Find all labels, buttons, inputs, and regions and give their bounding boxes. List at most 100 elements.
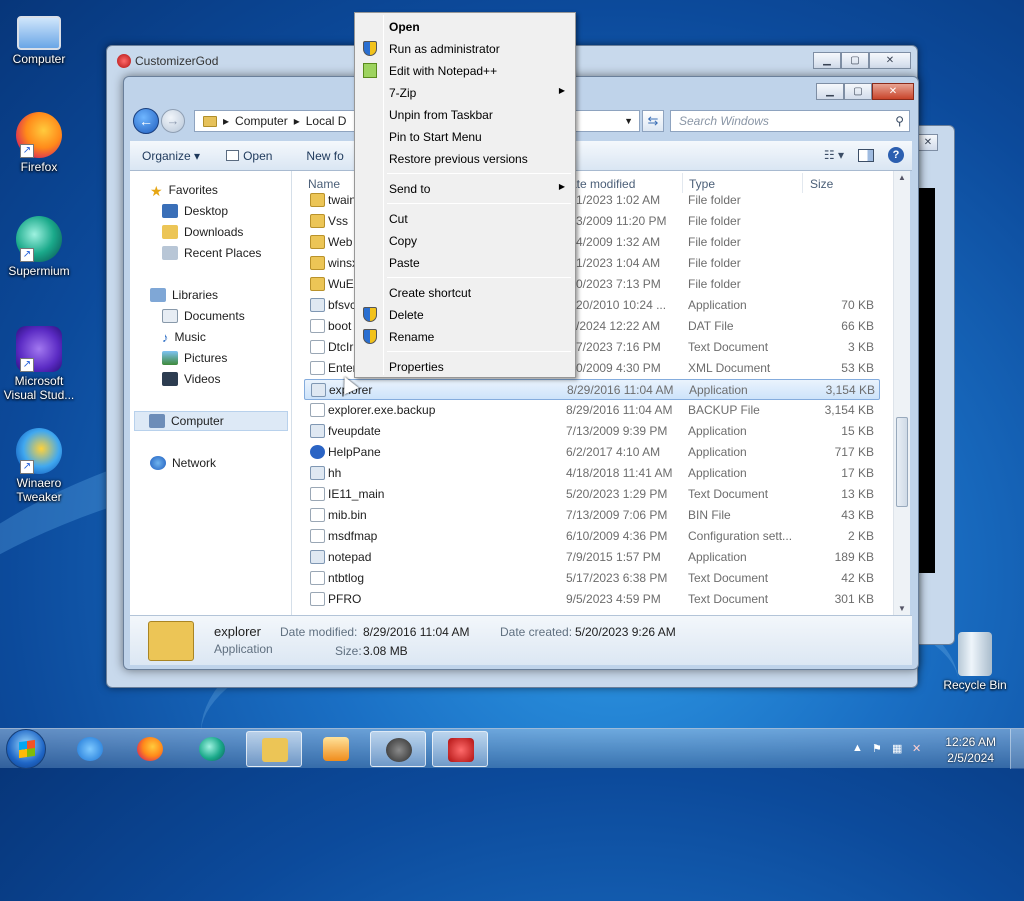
menu-rename[interactable]: Rename <box>357 327 573 347</box>
uac-shield-icon <box>363 329 377 344</box>
menu-create-shortcut[interactable]: Create shortcut <box>357 283 573 303</box>
chevron-up-icon[interactable]: ▲ <box>852 742 866 755</box>
chevron-down-icon[interactable]: ▼ <box>624 116 633 126</box>
view-options-icon[interactable]: ☷ ▾ <box>824 148 844 162</box>
column-name[interactable]: Name <box>308 177 340 191</box>
menu-label: Cut <box>389 212 408 226</box>
nav-downloads[interactable]: Downloads <box>162 222 243 242</box>
taskbar-supermium[interactable] <box>184 731 240 767</box>
table-row[interactable]: ntbtlog 5/17/2023 6:38 PM Text Document 42 … <box>304 568 880 589</box>
scroll-down-icon[interactable]: ▼ <box>896 604 908 613</box>
taskbar-media-player[interactable] <box>308 731 364 767</box>
table-row[interactable]: fveupdate 7/13/2009 9:39 PM Application 15 … <box>304 421 880 442</box>
menu-open[interactable]: Open <box>357 17 573 37</box>
table-row[interactable]: mib.bin 7/13/2009 7:06 PM BIN File 43 KB <box>304 505 880 526</box>
volume-muted-icon[interactable]: ✕ <box>912 742 926 755</box>
table-row[interactable]: HelpPane 6/2/2017 4:10 AM Application 717 K… <box>304 442 880 463</box>
close-icon[interactable]: ✕ <box>918 134 938 151</box>
computer-icon <box>149 414 165 428</box>
nav-libraries[interactable]: Libraries <box>150 285 218 305</box>
cell-size: 66 KB <box>841 319 874 333</box>
column-type[interactable]: Type <box>689 177 715 191</box>
minimize-button[interactable]: ▁ <box>813 52 841 69</box>
nav-computer[interactable]: Computer <box>134 411 288 431</box>
scroll-up-icon[interactable]: ▲ <box>896 173 908 182</box>
nav-music[interactable]: ♪ Music <box>162 327 206 347</box>
taskbar-firefox[interactable] <box>122 731 178 767</box>
organize-button[interactable]: Organize ▾ <box>130 149 210 163</box>
back-button[interactable]: ← <box>133 108 159 134</box>
table-row[interactable]: explorer.exe.backup 8/29/2016 11:04 AM BAC… <box>304 400 880 421</box>
column-size[interactable]: Size <box>810 177 833 191</box>
help-icon[interactable]: ? <box>888 147 904 163</box>
maximize-button[interactable]: ▢ <box>844 83 872 100</box>
desktop-icon-computer[interactable]: Computer <box>0 10 78 66</box>
menu-paste[interactable]: Paste <box>357 253 573 273</box>
desktop-icon-winaero[interactable]: ↗ Winaero Tweaker <box>0 428 78 504</box>
vertical-scrollbar[interactable]: ▲ ▼ <box>893 171 910 615</box>
background-window-partial[interactable]: ✕ <box>915 125 955 645</box>
table-row[interactable]: IE11_main 5/20/2023 1:29 PM Text Document 1… <box>304 484 880 505</box>
scroll-thumb[interactable] <box>896 417 908 507</box>
table-row[interactable]: msdfmap 6/10/2009 4:36 PM Configuration se… <box>304 526 880 547</box>
nav-documents[interactable]: Documents <box>162 306 245 326</box>
minimize-button[interactable]: ▁ <box>816 83 844 100</box>
nav-desktop[interactable]: Desktop <box>162 201 228 221</box>
taskbar-ie[interactable] <box>62 731 118 767</box>
clock[interactable]: 12:26 AM 2/5/2024 <box>945 734 996 766</box>
cell-type: Application <box>689 383 748 397</box>
documents-icon <box>162 309 178 323</box>
refresh-button[interactable]: ⇆ <box>642 110 664 132</box>
windows-logo-icon <box>19 739 35 759</box>
breadcrumb-computer[interactable]: Computer <box>235 114 288 128</box>
file-icon <box>311 383 326 397</box>
menu-pin-start[interactable]: Pin to Start Menu <box>357 127 573 147</box>
supermium-icon: ↗ <box>16 216 62 262</box>
taskbar-customizergod[interactable] <box>432 731 488 767</box>
cell-date: 7/13/2009 7:06 PM <box>566 508 668 522</box>
preview-pane-icon[interactable] <box>858 148 874 162</box>
cell-type: Text Document <box>688 592 769 606</box>
cell-type: Text Document <box>688 340 769 354</box>
menu-send-to[interactable]: Send to ▶ <box>357 179 573 199</box>
nav-videos[interactable]: Videos <box>162 369 220 389</box>
new-folder-button[interactable]: New fo <box>282 149 353 163</box>
close-button[interactable]: ✕ <box>869 52 911 69</box>
network-icon[interactable]: ▦ <box>892 742 906 755</box>
table-row[interactable]: explorer 8/29/2016 11:04 AM Application 3,1… <box>304 379 880 400</box>
close-button[interactable]: ✕ <box>872 83 914 100</box>
table-row[interactable]: hh 4/18/2018 11:41 AM Application 17 KB <box>304 463 880 484</box>
menu-7zip[interactable]: 7-Zip ▶ <box>357 83 573 103</box>
start-button[interactable] <box>6 729 46 769</box>
forward-button[interactable]: → <box>161 109 185 133</box>
flag-icon[interactable]: ⚑ <box>872 742 886 755</box>
menu-cut[interactable]: Cut <box>357 209 573 229</box>
taskbar-explorer[interactable] <box>246 731 302 767</box>
menu-delete[interactable]: Delete <box>357 305 573 325</box>
menu-copy[interactable]: Copy <box>357 231 573 251</box>
desktop-icon-visual-studio[interactable]: ↗ Microsoft Visual Stud... <box>0 326 78 402</box>
menu-run-as-administrator[interactable]: Run as administrator <box>357 39 573 59</box>
pictures-icon <box>162 351 178 365</box>
column-date-modified[interactable]: ate modified <box>570 177 635 191</box>
open-button[interactable]: Open <box>210 149 282 163</box>
maximize-button[interactable]: ▢ <box>841 52 869 69</box>
nav-favorites[interactable]: ★ Favorites <box>150 180 218 200</box>
menu-properties[interactable]: Properties <box>357 357 573 377</box>
table-row[interactable]: PFRO 9/5/2023 4:59 PM Text Document 301 KB <box>304 589 880 610</box>
breadcrumb-local-disk[interactable]: Local D <box>306 114 347 128</box>
nav-pictures[interactable]: Pictures <box>162 348 227 368</box>
menu-edit-notepadpp[interactable]: Edit with Notepad++ <box>357 61 573 81</box>
menu-unpin-taskbar[interactable]: Unpin from Taskbar <box>357 105 573 125</box>
search-icon[interactable]: ⚲ <box>895 111 904 131</box>
table-row[interactable]: notepad 7/9/2015 1:57 PM Application 189 KB <box>304 547 880 568</box>
nav-recent-places[interactable]: Recent Places <box>162 243 261 263</box>
folder-icon <box>310 235 325 249</box>
desktop-icon-supermium[interactable]: ↗ Supermium <box>0 216 78 278</box>
search-input[interactable]: Search Windows ⚲ <box>670 110 910 132</box>
show-desktop-button[interactable] <box>1010 729 1024 769</box>
desktop-icon-firefox[interactable]: ↗ Firefox <box>0 112 78 174</box>
nav-network[interactable]: Network <box>150 453 216 473</box>
taskbar-app[interactable] <box>370 731 426 767</box>
menu-restore-versions[interactable]: Restore previous versions <box>357 149 573 169</box>
